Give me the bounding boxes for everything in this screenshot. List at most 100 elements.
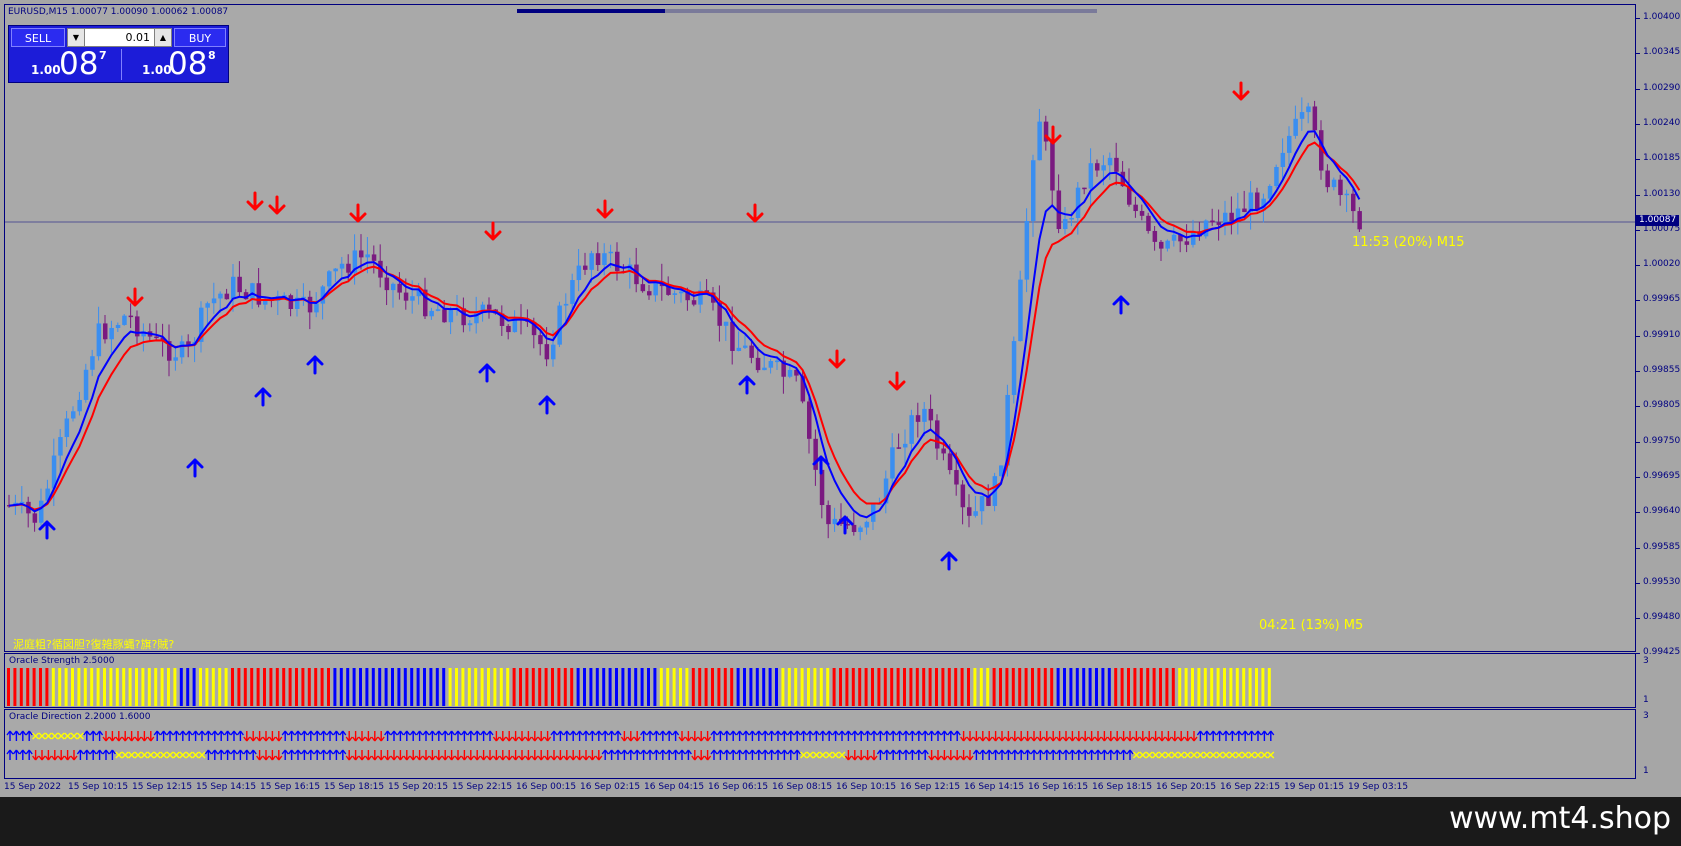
strength-bar xyxy=(154,668,158,706)
candle-body xyxy=(1255,192,1260,211)
oracle-strength-panel[interactable]: Oracle Strength 2.5000 xyxy=(4,653,1636,708)
strength-bar xyxy=(1031,668,1034,706)
direction-marker xyxy=(230,749,238,760)
arrow-down-icon xyxy=(268,195,286,215)
candle-body xyxy=(96,323,102,357)
strength-bar xyxy=(327,668,330,706)
strength-bar xyxy=(467,668,471,706)
candle-body xyxy=(576,265,582,281)
direction-marker xyxy=(851,730,859,741)
direction-marker xyxy=(96,730,104,741)
direction-marker xyxy=(19,749,27,760)
lot-size-input[interactable] xyxy=(86,29,153,46)
strength-bar xyxy=(416,668,420,706)
strength-bar xyxy=(1120,668,1124,706)
lot-increase-button[interactable]: ▲ xyxy=(154,29,171,46)
direction-marker xyxy=(492,750,500,761)
candle-body xyxy=(339,263,345,269)
direction-marker xyxy=(236,730,244,741)
candle-body xyxy=(768,361,774,368)
candle-body xyxy=(1133,204,1138,212)
strength-bar xyxy=(941,668,945,706)
direction-marker xyxy=(140,751,148,759)
strength-bar xyxy=(474,668,478,706)
direction-marker xyxy=(691,750,699,761)
candle-body xyxy=(1287,135,1292,153)
price-tick xyxy=(1636,53,1640,55)
direction-marker xyxy=(1235,730,1243,741)
strength-bar xyxy=(711,668,714,706)
strength-bar xyxy=(352,668,356,706)
candle-body xyxy=(903,443,908,448)
candle-body xyxy=(1338,179,1343,196)
oracle-direction-panel[interactable]: Oracle Direction 2.2000 1.6000 xyxy=(4,709,1636,779)
direction-marker xyxy=(243,731,251,742)
direction-marker xyxy=(678,749,686,760)
direction-marker xyxy=(249,731,257,742)
lot-decrease-button[interactable]: ▼ xyxy=(68,29,85,46)
candle-body xyxy=(1114,157,1119,172)
direction-marker xyxy=(832,751,840,759)
direction-marker xyxy=(371,750,379,761)
strength-bar xyxy=(896,668,900,706)
strength-bar xyxy=(672,668,676,706)
direction-marker xyxy=(716,749,724,760)
strength-bar xyxy=(928,668,932,706)
time-axis[interactable]: 15 Sep 2022 15 Sep 10:15 15 Sep 12:15 15 Se… xyxy=(0,779,1636,797)
candle-body xyxy=(442,309,447,323)
candle-body xyxy=(359,250,364,258)
sell-quote[interactable]: 1.00 08 7 xyxy=(11,47,119,81)
scroll-indicator-thumb[interactable] xyxy=(517,9,665,13)
direction-marker xyxy=(518,731,526,742)
candle-body xyxy=(435,309,441,311)
direction-marker xyxy=(345,750,353,761)
strength-bar xyxy=(403,668,407,706)
direction-marker xyxy=(313,749,321,760)
one-click-trading-panel: SELL ▼ ▲ BUY 1.00 08 7 1.00 08 8 xyxy=(8,25,229,83)
strength-bar xyxy=(794,668,798,706)
candle-body xyxy=(128,315,134,318)
strength-bar xyxy=(384,668,388,706)
direction-marker xyxy=(665,749,673,760)
direction-marker xyxy=(633,731,641,742)
strength-bar xyxy=(1024,668,1028,706)
arrow-up-icon xyxy=(1112,295,1130,315)
candle-body xyxy=(1203,220,1209,237)
strength-bar xyxy=(1056,668,1060,706)
buy-quote[interactable]: 1.00 08 8 xyxy=(121,47,227,81)
direction-marker xyxy=(6,730,14,741)
main-price-chart[interactable]: 11:53 (20%) M15 04:21 (13%) M5 泥庭粗?循図胆?復… xyxy=(4,4,1636,652)
strength-bar xyxy=(909,668,913,706)
direction-marker xyxy=(812,751,820,759)
candle-body xyxy=(487,304,492,310)
strength-bar xyxy=(320,668,324,706)
direction-marker xyxy=(979,749,987,760)
strength-bar xyxy=(237,668,241,706)
direction-marker xyxy=(723,749,731,760)
strength-bar xyxy=(365,668,369,706)
direction-marker xyxy=(998,749,1006,760)
direction-marker xyxy=(569,730,577,741)
direction-marker xyxy=(25,749,33,760)
candle-body xyxy=(608,251,614,254)
buy-button[interactable]: BUY xyxy=(174,28,226,47)
sell-button[interactable]: SELL xyxy=(11,28,65,47)
direction-marker xyxy=(377,750,385,761)
direction-marker xyxy=(1260,751,1268,759)
strength-bar xyxy=(423,668,426,706)
candle-body xyxy=(1088,163,1094,189)
strength-bar xyxy=(691,668,695,706)
watermark: www.mt4.shop xyxy=(1448,801,1671,836)
time-label: 16 Sep 10:15 xyxy=(836,782,897,792)
price-label: 1.00290 xyxy=(1643,82,1681,93)
direction-marker xyxy=(1113,749,1121,760)
strength-bar xyxy=(832,668,836,706)
strength-bar xyxy=(736,668,740,706)
direction-marker xyxy=(601,749,609,760)
strength-bar xyxy=(538,668,542,706)
direction-marker xyxy=(524,731,532,742)
strength-bar xyxy=(749,668,753,706)
direction-marker xyxy=(646,749,654,760)
arrow-up-icon xyxy=(538,395,556,415)
direction-marker xyxy=(89,730,97,741)
